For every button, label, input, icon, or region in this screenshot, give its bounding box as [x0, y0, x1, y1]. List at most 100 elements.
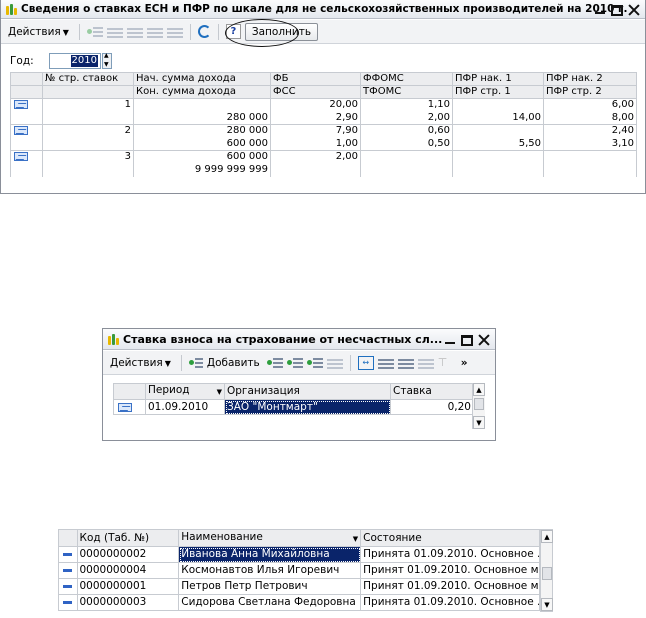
vertical-scrollbar[interactable]: ▲ ▼	[540, 529, 553, 612]
pfr-nak1[interactable]	[452, 98, 544, 112]
scroll-down-icon[interactable]: ▼	[473, 416, 485, 429]
fb[interactable]: 2,00	[270, 150, 361, 164]
code-cell[interactable]: 0000000003	[76, 594, 180, 611]
name-cell[interactable]: Космонавтов Илья Игоревич	[178, 562, 362, 579]
interval-icon[interactable]: ↔	[357, 355, 374, 370]
code-cell[interactable]: 0000000001	[76, 578, 180, 595]
ffoms[interactable]: 1,10	[360, 98, 453, 112]
minimize-icon[interactable]	[593, 3, 607, 17]
add-button[interactable]: Добавить	[207, 355, 263, 371]
actions-menu-button[interactable]: Действия ▼	[107, 355, 174, 371]
state-cell[interactable]: Принята 01.09.2010. Основное ...	[360, 546, 540, 563]
scroll-up-icon[interactable]: ▲	[473, 383, 485, 396]
header-rate[interactable]: Ставка	[390, 383, 474, 400]
minimize-icon[interactable]	[443, 333, 457, 347]
edit-row-icon[interactable]	[286, 356, 303, 370]
pfr-nak2[interactable]: 2,40	[543, 124, 637, 138]
table-row[interactable]: 0000000003 Сидорова Светлана Федоровна П…	[58, 594, 540, 611]
header-fss[interactable]: ФСС	[270, 85, 361, 99]
end-income[interactable]: 280 000	[133, 111, 271, 125]
header-pfr-str2[interactable]: ПФР стр. 2	[543, 85, 637, 99]
name-cell[interactable]: Петров Петр Петрович	[178, 578, 362, 595]
pfr-nak1[interactable]	[452, 124, 544, 138]
ffoms[interactable]: 0,60	[360, 124, 453, 138]
header-pfr-nak2[interactable]: ПФР нак. 2	[543, 72, 637, 86]
table-row[interactable]: 280 000 2,90 2,00 14,00 8,00	[10, 111, 637, 125]
more-button[interactable]: »	[458, 355, 471, 371]
row-num[interactable]: 1	[42, 98, 134, 112]
end-income[interactable]: 600 000	[133, 137, 271, 151]
header-code[interactable]: Код (Таб. №)	[76, 529, 180, 547]
tfoms[interactable]	[360, 163, 453, 177]
table-row[interactable]: 600 000 1,00 0,50 5,50 3,10	[10, 137, 637, 151]
pfr-str1[interactable]: 14,00	[452, 111, 544, 125]
table-row[interactable]: 0000000001 Петров Петр Петрович Принят 0…	[58, 578, 540, 595]
scroll-thumb[interactable]	[474, 398, 484, 410]
scroll-down-icon[interactable]: ▼	[541, 598, 553, 611]
table-row[interactable]: 0000000002 Иванова Анна Михайловна Приня…	[58, 546, 540, 563]
pfr-nak1[interactable]	[452, 150, 544, 164]
clear-filter-icon[interactable]: ⊤	[438, 356, 454, 370]
state-cell[interactable]: Принят 01.09.2010. Основное м...	[360, 578, 540, 595]
table-row[interactable]: 9 999 999 999	[10, 163, 637, 177]
code-cell[interactable]: 0000000002	[76, 546, 180, 563]
scroll-thumb[interactable]	[542, 567, 552, 580]
scroll-up-icon[interactable]: ▲	[541, 530, 553, 543]
sort-icon[interactable]	[377, 358, 394, 369]
header-name[interactable]: Наименование ▼	[178, 529, 362, 547]
maximize-icon[interactable]	[461, 334, 473, 346]
filter-icon[interactable]	[397, 358, 414, 369]
state-cell[interactable]: Принята 01.09.2010. Основное ...	[360, 594, 540, 611]
copy-row-icon[interactable]	[266, 356, 283, 370]
pfr-str2[interactable]: 3,10	[543, 137, 637, 151]
start-income[interactable]	[133, 98, 271, 112]
header-tfoms[interactable]: ТФОМС	[360, 85, 453, 99]
fb[interactable]: 20,00	[270, 98, 361, 112]
refresh-icon[interactable]	[197, 25, 211, 38]
header-row-num[interactable]: № стр. ставок	[42, 72, 134, 86]
pfr-str1[interactable]	[452, 163, 544, 177]
header-period[interactable]: Период ▼	[145, 383, 225, 400]
table-row[interactable]: 0000000004 Космонавтов Илья Игоревич При…	[58, 562, 540, 579]
table-row[interactable]: 1 20,00 1,10 6,00	[10, 98, 637, 112]
pfr-str2[interactable]	[543, 163, 637, 177]
header-start-income[interactable]: Нач. сумма дохода	[133, 72, 271, 86]
organization-cell[interactable]: ЗАО "Монтмарт"	[224, 399, 391, 415]
maximize-icon[interactable]	[611, 4, 623, 16]
fb[interactable]: 7,90	[270, 124, 361, 138]
header-state[interactable]: Состояние	[360, 529, 540, 547]
ffoms[interactable]	[360, 150, 453, 164]
row-num[interactable]: 2	[42, 124, 134, 138]
actions-menu-button[interactable]: Действия ▼	[5, 24, 72, 40]
end-income[interactable]: 9 999 999 999	[133, 163, 271, 177]
end-edit-icon[interactable]	[166, 27, 183, 38]
vertical-scrollbar[interactable]: ▲ ▼	[472, 383, 485, 429]
help-button[interactable]: ?	[225, 24, 241, 39]
delete-row-icon[interactable]	[306, 356, 323, 370]
year-input[interactable]: 2010	[49, 53, 101, 69]
window-titlebar[interactable]: Ставка взноса на страхование от несчастн…	[103, 329, 495, 350]
table-row[interactable]: 3 600 000 2,00	[10, 150, 637, 164]
period-cell[interactable]: 01.09.2010	[145, 399, 225, 415]
header-pfr-nak1[interactable]: ПФР нак. 1	[452, 72, 544, 86]
fill-button[interactable]: Заполнить	[244, 22, 319, 41]
table-row[interactable]: 2 280 000 7,90 0,60 2,40	[10, 124, 637, 138]
tfoms[interactable]: 0,50	[360, 137, 453, 151]
close-icon[interactable]	[477, 333, 491, 347]
end-edit-icon[interactable]	[326, 358, 343, 369]
code-cell[interactable]: 0000000004	[76, 562, 180, 579]
fss[interactable]: 2,90	[270, 111, 361, 125]
start-income[interactable]: 280 000	[133, 124, 271, 138]
delete-row-icon[interactable]	[146, 27, 163, 38]
header-organization[interactable]: Организация	[224, 383, 391, 400]
header-pfr-str1[interactable]: ПФР стр. 1	[452, 85, 544, 99]
name-cell[interactable]: Сидорова Светлана Федоровна	[178, 594, 362, 611]
close-icon[interactable]	[627, 3, 641, 17]
fss[interactable]	[270, 163, 361, 177]
header-end-income[interactable]: Кон. сумма дохода	[133, 85, 271, 99]
copy-row-icon[interactable]	[106, 27, 123, 38]
rate-cell[interactable]: 0,20	[390, 399, 474, 415]
name-cell[interactable]: Иванова Анна Михайловна	[178, 546, 362, 563]
year-spinner[interactable]	[102, 52, 112, 69]
list-options-icon[interactable]	[417, 358, 434, 369]
